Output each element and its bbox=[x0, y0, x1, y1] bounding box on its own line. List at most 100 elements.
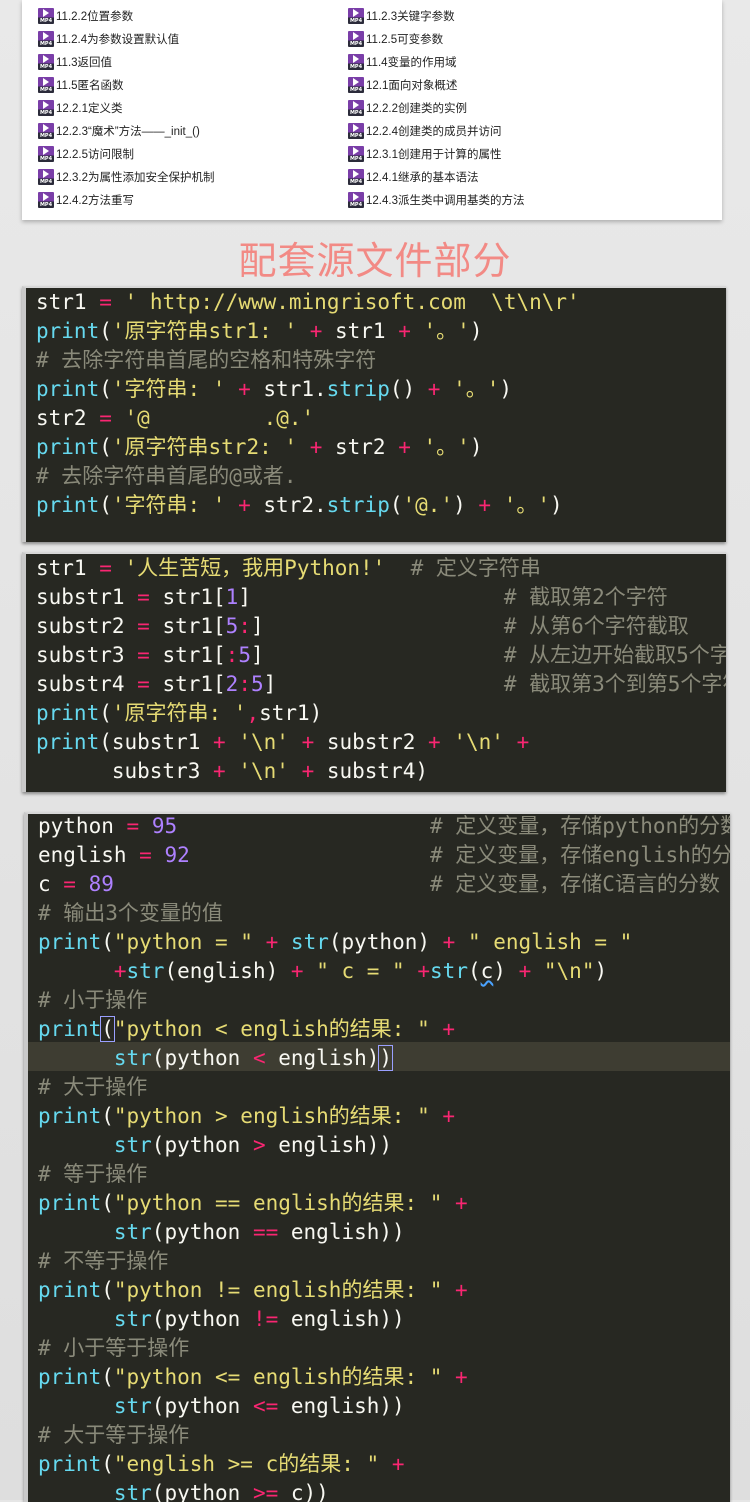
code-token: str bbox=[113, 1220, 152, 1244]
code-line: print('原字符串str1: ' + str1 + '。') bbox=[36, 317, 482, 346]
code-token: c bbox=[480, 959, 494, 983]
video-item[interactable]: 12.2.1定义类 bbox=[38, 98, 122, 118]
code-token: str1. bbox=[250, 377, 327, 401]
code-line: # 大于操作 bbox=[38, 1073, 147, 1102]
video-item[interactable]: 12.2.2创建类的实例 bbox=[348, 98, 467, 118]
mp4-video-icon bbox=[38, 31, 54, 47]
code-token: ( bbox=[467, 959, 481, 983]
code-token: substr4 bbox=[36, 672, 138, 696]
video-item[interactable]: 11.2.2位置参数 bbox=[38, 6, 133, 26]
code-token: # 大于等于操作 bbox=[38, 1423, 190, 1447]
video-item-label: 11.3返回值 bbox=[56, 57, 113, 69]
code-token: + bbox=[516, 730, 530, 754]
code-token: != bbox=[252, 1307, 279, 1331]
code-line: str(python != english)) bbox=[38, 1305, 405, 1334]
video-item[interactable]: 12.3.2为属性添加安全保护机制 bbox=[38, 167, 214, 187]
code-token: ] bbox=[263, 672, 504, 696]
mp4-video-icon bbox=[38, 8, 54, 24]
code-token: 5 bbox=[225, 614, 239, 638]
code-block-compare: python = 95 # 定义变量，存储python的分数 english = … bbox=[24, 812, 730, 1502]
code-token: = bbox=[99, 290, 112, 314]
video-item[interactable]: 12.3.1创建用于计算的属性 bbox=[348, 144, 501, 164]
code-line: print('字符串: ' + str1.strip() + '。') bbox=[36, 375, 512, 404]
code-token: + bbox=[455, 1365, 468, 1389]
code-token: '字符串: ' bbox=[111, 493, 226, 517]
video-item[interactable]: 12.2.3“魔术”方法——_init_() bbox=[38, 121, 200, 141]
code-token: print bbox=[36, 493, 100, 517]
code-token: ] bbox=[250, 614, 504, 638]
code-token: ( bbox=[101, 1278, 114, 1302]
code-token: (python) bbox=[328, 930, 443, 954]
video-item[interactable]: 11.4变量的作用域 bbox=[348, 52, 457, 72]
video-item[interactable]: 12.2.4创建类的成员并访问 bbox=[348, 121, 501, 141]
code-token: = bbox=[137, 643, 150, 667]
mp4-video-icon bbox=[348, 146, 364, 162]
code-token: + bbox=[309, 435, 323, 459]
code-token: # 不等于操作 bbox=[38, 1249, 169, 1273]
code-token: < bbox=[252, 1046, 266, 1070]
code-token: ( bbox=[101, 1191, 114, 1215]
code-token: # 定义变量，存储english的分数 bbox=[429, 843, 730, 867]
video-item-label: 12.4.3派生类中调用基类的方法 bbox=[366, 195, 525, 207]
video-item[interactable]: 12.4.3派生类中调用基类的方法 bbox=[348, 190, 524, 210]
code-token: (python bbox=[151, 1307, 253, 1331]
code-token: + bbox=[309, 319, 323, 343]
video-item[interactable]: 11.5匿名函数 bbox=[38, 75, 124, 95]
code-token: (substr1 bbox=[99, 730, 214, 754]
mp4-video-icon bbox=[348, 8, 364, 24]
video-item[interactable]: 12.2.5访问限制 bbox=[38, 144, 134, 164]
code-token: + bbox=[301, 730, 315, 754]
code-token: english)) bbox=[278, 1220, 405, 1244]
video-item-label: 12.2.4创建类的成员并访问 bbox=[366, 126, 502, 138]
video-item[interactable]: 12.4.2方法重写 bbox=[38, 190, 134, 210]
code-token: # 小于操作 bbox=[38, 988, 148, 1012]
code-token: + bbox=[398, 435, 411, 459]
code-token: substr1 bbox=[36, 585, 138, 609]
code-token: + bbox=[213, 759, 226, 783]
code-token: "python == english的结果: " bbox=[113, 1191, 443, 1215]
code-token: + bbox=[455, 1278, 468, 1302]
video-item[interactable]: 12.1面向对象概述 bbox=[348, 75, 457, 95]
code-token: # 去除字符串首尾的@或者. bbox=[36, 464, 297, 488]
code-line: python = 95 # 定义变量，存储python的分数 bbox=[38, 814, 730, 841]
video-item[interactable]: 12.4.1继承的基本语法 bbox=[348, 167, 478, 187]
code-token: (python bbox=[151, 1133, 253, 1157]
code-line: str1 = ' http://www.mingrisoft.com \t\n\… bbox=[36, 288, 580, 317]
code-token: ) bbox=[499, 377, 513, 401]
video-item-label: 11.5匿名函数 bbox=[56, 80, 124, 92]
code-token: "python > english的结果: " bbox=[113, 1104, 430, 1128]
mp4-video-icon bbox=[348, 100, 364, 116]
code-line: c = 89 # 定义变量，存储C语言的分数 bbox=[38, 870, 720, 899]
code-token: >= bbox=[252, 1481, 279, 1502]
code-token: str1 bbox=[322, 319, 399, 343]
video-item-label: 12.4.1继承的基本语法 bbox=[366, 172, 479, 184]
video-item[interactable]: 11.2.4为参数设置默认值 bbox=[38, 29, 179, 49]
code-token: + bbox=[265, 930, 279, 954]
code-token: ( bbox=[101, 930, 114, 954]
video-item-label: 12.2.3“魔术”方法——_init_() bbox=[56, 126, 200, 138]
video-item[interactable]: 11.2.5可变参数 bbox=[348, 29, 443, 49]
mp4-video-icon bbox=[348, 54, 364, 70]
code-token: # 定义字符串 bbox=[410, 556, 541, 580]
video-item[interactable]: 11.2.3关键字参数 bbox=[348, 6, 455, 26]
code-token: print bbox=[38, 1191, 102, 1215]
video-item-label: 12.2.5访问限制 bbox=[56, 149, 134, 161]
code-token: substr4) bbox=[314, 759, 429, 783]
video-item[interactable]: 11.3返回值 bbox=[38, 52, 112, 72]
